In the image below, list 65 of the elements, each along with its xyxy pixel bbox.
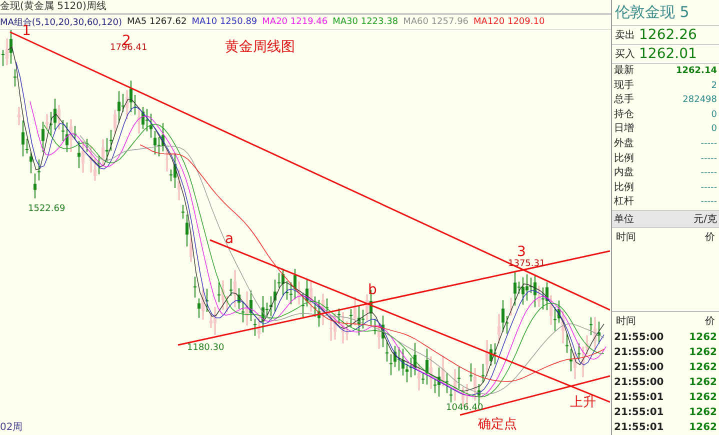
instrument-name: 伦敦金现 5	[612, 0, 719, 26]
unit-value: 元/克	[694, 212, 717, 226]
stat-label: 总手	[614, 93, 634, 108]
unit-label: 单位	[614, 212, 634, 226]
wave-label: b	[368, 283, 377, 297]
price-label: 1180.30	[187, 344, 224, 353]
price-label: 1522.69	[28, 205, 66, 214]
tick-price: 1262	[689, 421, 717, 435]
stat-label: 外盘	[614, 136, 634, 151]
price-label: 1375.31	[508, 260, 546, 269]
tick-time: 21:55:01	[614, 406, 664, 420]
ma-legend-label: MA5 1267.62	[126, 17, 187, 27]
stat-value: 0	[711, 123, 717, 136]
price-label: 1796.41	[110, 44, 148, 53]
tick-price: 1262	[689, 391, 717, 405]
stat-label: 内盘	[614, 166, 634, 180]
tick-time: 21:55:01	[614, 391, 664, 405]
stat-label: 日增	[614, 122, 634, 136]
ma-legend-label: MA20 1219.46	[262, 17, 328, 27]
ma-legend-label: MA120 1209.10	[474, 17, 545, 27]
wave-label: 3	[517, 245, 526, 259]
column-header: 价	[705, 230, 715, 244]
stat-value: -----	[700, 182, 717, 195]
sell-label: 卖出	[615, 28, 635, 42]
tick-price: 1262	[689, 331, 717, 345]
column-header: 时间	[616, 230, 636, 244]
stat-value: 0	[711, 108, 717, 122]
tick-price: 1262	[689, 346, 717, 360]
stat-label: 最新	[614, 64, 634, 78]
stat-label: 比例	[614, 152, 634, 166]
wave-label: 1	[22, 24, 31, 38]
stat-value: 2	[711, 80, 717, 93]
stat-value: -----	[700, 196, 717, 210]
tick-time: 21:55:00	[614, 361, 664, 375]
stat-label: 持仓	[614, 108, 634, 122]
sell-price: 1262.26	[639, 27, 697, 43]
wave-label: a	[225, 232, 234, 246]
tick-time: 21:55:01	[614, 421, 664, 435]
stat-value: 282498	[682, 94, 717, 108]
annotation-text: 确定点	[478, 418, 517, 431]
stat-value: -----	[700, 152, 717, 166]
chart-title: 金现(黄金属 5120)周线	[0, 0, 611, 15]
tick-price: 1262	[689, 361, 717, 375]
ma-legend-label: MA30 1223.38	[332, 17, 398, 27]
buy-price: 1262.01	[639, 46, 697, 62]
column-header: 时间	[616, 314, 636, 328]
buy-label: 买入	[615, 48, 635, 61]
annotation-text: 上升	[570, 396, 596, 409]
stat-value: 1262.14	[676, 65, 717, 78]
stat-value: -----	[700, 138, 717, 151]
stat-value: -----	[700, 167, 717, 180]
tick-time: 21:55:00	[614, 331, 664, 345]
stat-label: 现手	[614, 78, 634, 93]
price-label: 1046.40	[446, 404, 484, 413]
tick-price: 1262	[689, 376, 717, 390]
chart-note: 黄金周线图	[225, 40, 295, 54]
stat-label: 比例	[614, 180, 634, 195]
tick-price: 1262	[689, 406, 717, 420]
ma-legend-label: MA10 1250.89	[192, 17, 258, 27]
tick-time: 21:55:00	[614, 346, 664, 360]
period-label: 02周	[0, 423, 23, 433]
stat-label: 杠杆	[614, 195, 634, 210]
column-header: 价	[705, 315, 715, 328]
tick-time: 21:55:00	[614, 376, 664, 390]
ma-legend-label: MA60 1257.96	[403, 17, 469, 27]
